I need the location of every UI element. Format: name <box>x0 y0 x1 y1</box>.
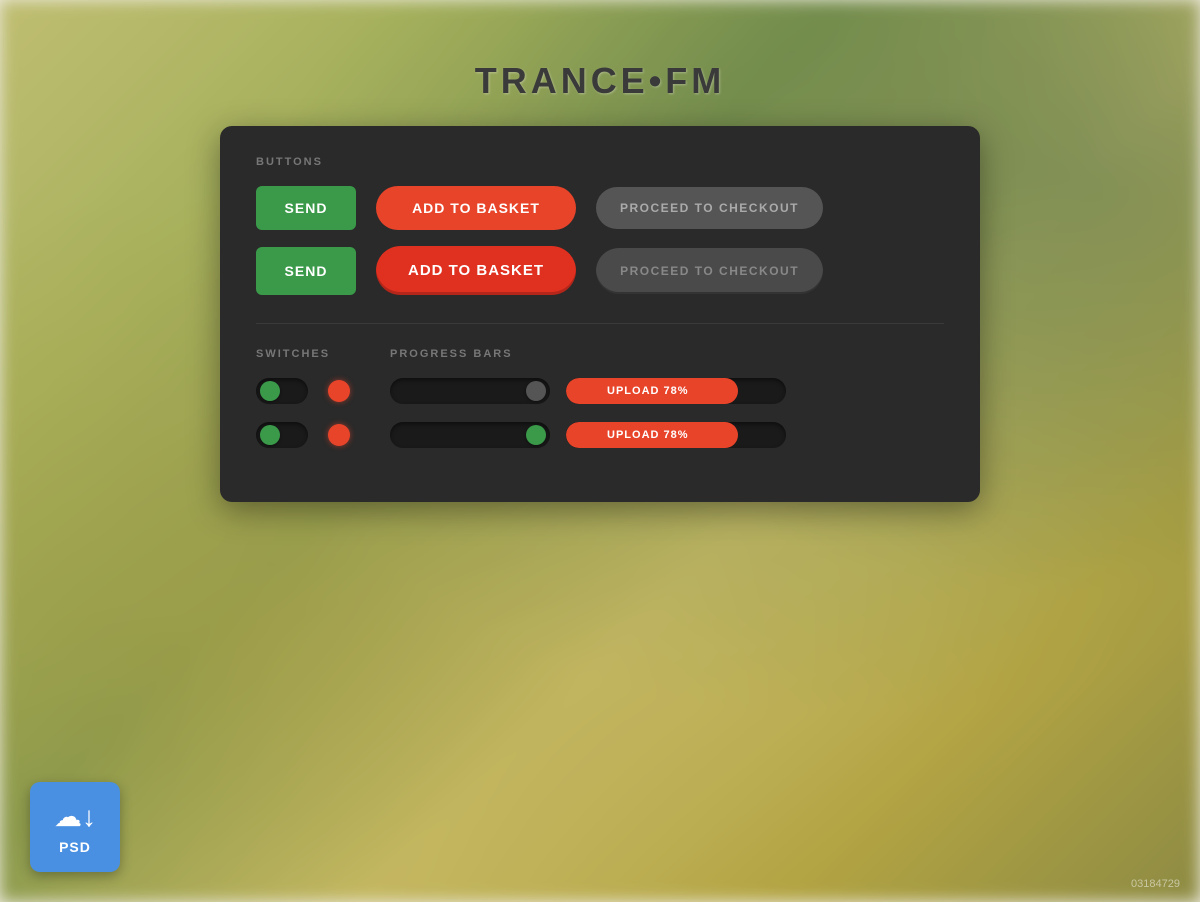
upload-text-1: UPLOAD 78% <box>607 385 697 397</box>
proceed-to-checkout-button-2[interactable]: PROCEED TO CHECKOUT <box>596 248 823 294</box>
switches-section: SWITCHES <box>256 348 350 466</box>
buttons-label: BUTTONS <box>256 156 944 168</box>
upload-fill-1: UPLOAD 78% <box>566 378 738 404</box>
switches-label: SWITCHES <box>256 348 350 360</box>
switches-row-1 <box>256 378 350 404</box>
toggle-switch-on-1[interactable] <box>256 378 308 404</box>
radio-red-2[interactable] <box>328 424 350 446</box>
upload-bar-2: UPLOAD 78% <box>566 422 786 448</box>
progress-row-2: UPLOAD 78% <box>390 422 944 448</box>
main-content: TRANCE•FM BUTTONS SEND ADD TO BASKET PRO… <box>0 0 1200 902</box>
ui-panel: BUTTONS SEND ADD TO BASKET PROCEED TO CH… <box>220 126 980 502</box>
buttons-row-1: SEND ADD TO BASKET PROCEED TO CHECKOUT <box>256 186 944 230</box>
add-to-basket-button-2[interactable]: ADD TO BASKET <box>376 246 576 295</box>
upload-bar-1: UPLOAD 78% <box>566 378 786 404</box>
progress-section: PROGRESS BARS UPLOAD 78% UPLOAD 78% <box>390 348 944 466</box>
psd-label: PSD <box>59 839 91 855</box>
download-cloud-icon: ☁↓ <box>54 800 96 833</box>
upload-fill-2: UPLOAD 78% <box>566 422 738 448</box>
buttons-row-2: SEND ADD TO BASKET PROCEED TO CHECKOUT <box>256 246 944 295</box>
buttons-section: BUTTONS SEND ADD TO BASKET PROCEED TO CH… <box>256 156 944 295</box>
send-button-2[interactable]: SEND <box>256 247 356 295</box>
radio-red-1[interactable] <box>328 380 350 402</box>
divider <box>256 323 944 324</box>
progress-slider-1[interactable] <box>390 378 550 404</box>
upload-text-2: UPLOAD 78% <box>607 429 697 441</box>
watermark: 03184729 <box>1131 878 1180 890</box>
logo: TRANCE•FM <box>475 60 726 102</box>
psd-badge[interactable]: ☁↓ PSD <box>30 782 120 872</box>
progress-slider-2[interactable] <box>390 422 550 448</box>
send-button-1[interactable]: SEND <box>256 186 356 230</box>
progress-label: PROGRESS BARS <box>390 348 944 360</box>
bottom-sections: SWITCHES PROGRESS BARS UPLOAD <box>256 348 944 466</box>
progress-row-1: UPLOAD 78% <box>390 378 944 404</box>
switches-row-2 <box>256 422 350 448</box>
toggle-switch-on-2[interactable] <box>256 422 308 448</box>
add-to-basket-button-1[interactable]: ADD TO BASKET <box>376 186 576 230</box>
proceed-to-checkout-button-1[interactable]: PROCEED TO CHECKOUT <box>596 187 823 229</box>
